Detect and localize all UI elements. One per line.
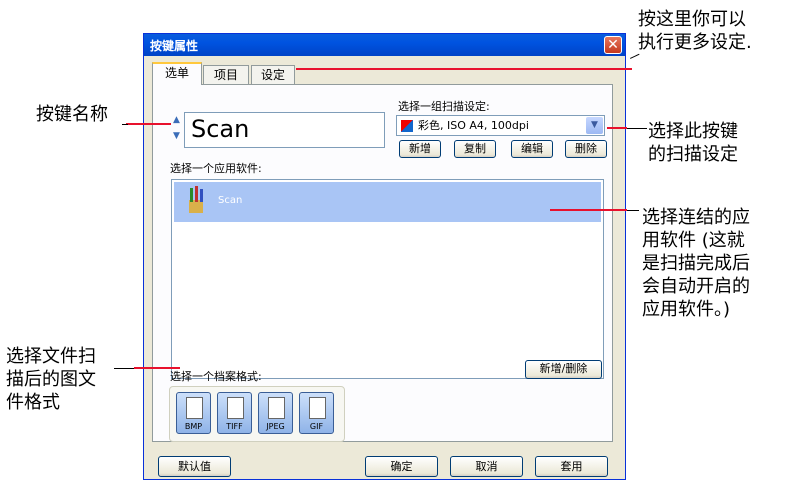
add-remove-app-button[interactable]: 新增/删除 <box>525 360 602 379</box>
annotation-scan-setting: 选择此按键 的扫描设定 <box>648 121 738 165</box>
cancel-button[interactable]: 取消 <box>450 456 523 477</box>
list-item[interactable]: Scan <box>174 182 601 222</box>
edit-setting-button[interactable]: 编辑 <box>511 140 553 158</box>
delete-setting-button[interactable]: 删除 <box>565 140 607 158</box>
ok-button[interactable]: 确定 <box>365 456 438 477</box>
copy-setting-button[interactable]: 复制 <box>454 140 496 158</box>
scan-setting-value: 彩色, ISO A4, 100dpi <box>418 119 529 132</box>
window-title: 按键属性 <box>150 39 199 53</box>
file-format-label: 选择一个档案格式: <box>170 370 262 383</box>
leader-linked-app <box>627 210 639 211</box>
format-tiff-button[interactable]: TIFF <box>217 392 252 434</box>
close-icon[interactable]: ✕ <box>604 36 622 54</box>
format-bmp-button[interactable]: BMP <box>176 392 211 434</box>
tab-items[interactable]: 项目 <box>203 65 249 85</box>
leader-button-name-red <box>126 123 171 125</box>
button-name-field[interactable]: Scan <box>184 112 385 148</box>
name-spinner[interactable]: ▲ ▼ <box>171 112 182 146</box>
format-label: TIFF <box>226 422 243 431</box>
leader-scan-setting-red <box>607 127 627 129</box>
leader-more-settings-red <box>296 68 632 70</box>
dropdown-arrow-icon[interactable]: ▼ <box>586 117 603 134</box>
annotation-button-name: 按键名称 <box>36 104 108 125</box>
bmp-icon <box>186 397 203 419</box>
add-setting-button[interactable]: 新增 <box>399 140 441 158</box>
app-list[interactable]: Scan <box>171 179 604 379</box>
scan-setting-select[interactable]: 彩色, ISO A4, 100dpi ▼ <box>396 115 605 136</box>
leader-scan-setting <box>627 128 647 129</box>
apply-button[interactable]: 套用 <box>535 456 608 477</box>
annotation-more-settings: 按这里你可以 执行更多设定. <box>638 9 752 53</box>
app-name: Scan <box>218 195 243 206</box>
color-mode-icon <box>401 120 413 132</box>
format-label: GIF <box>309 422 324 431</box>
default-button[interactable]: 默认值 <box>158 456 231 477</box>
jpeg-icon <box>268 397 285 419</box>
annotation-linked-app: 选择连结的应 用软件 (这就 是扫描完成后 会自动开启的 应用软件。) <box>642 207 750 320</box>
leader-file-format-red <box>134 367 180 369</box>
leader-more-settings <box>630 53 640 59</box>
title-bar: 按键属性 ✕ <box>144 34 625 56</box>
app-label: 选择一个应用软件: <box>170 162 262 175</box>
tiff-icon <box>227 397 244 419</box>
scan-setting-label: 选择一组扫描设定: <box>398 100 490 113</box>
format-label: JPEG <box>266 422 285 431</box>
leader-linked-app-red <box>550 209 627 211</box>
leader-file-format <box>114 368 134 369</box>
app-icon <box>189 186 203 213</box>
button-properties-dialog: 按键属性 ✕ 选单 项目 设定 ▲ ▼ Scan 选择一组扫描设定: 彩色, I… <box>143 33 626 480</box>
spin-down-icon[interactable]: ▼ <box>171 128 182 144</box>
leader-button-name <box>122 124 128 125</box>
gif-icon <box>309 397 326 419</box>
format-jpeg-button[interactable]: JPEG <box>258 392 293 434</box>
format-gif-button[interactable]: GIF <box>299 392 334 434</box>
spin-up-icon[interactable]: ▲ <box>171 112 182 128</box>
file-format-group: BMP TIFF JPEG GIF <box>169 386 345 442</box>
tab-menu[interactable]: 选单 <box>152 62 202 85</box>
tab-settings[interactable]: 设定 <box>251 65 295 85</box>
format-label: BMP <box>184 422 203 431</box>
annotation-file-format: 选择文件扫 描后的图文 件格式 <box>6 346 96 413</box>
